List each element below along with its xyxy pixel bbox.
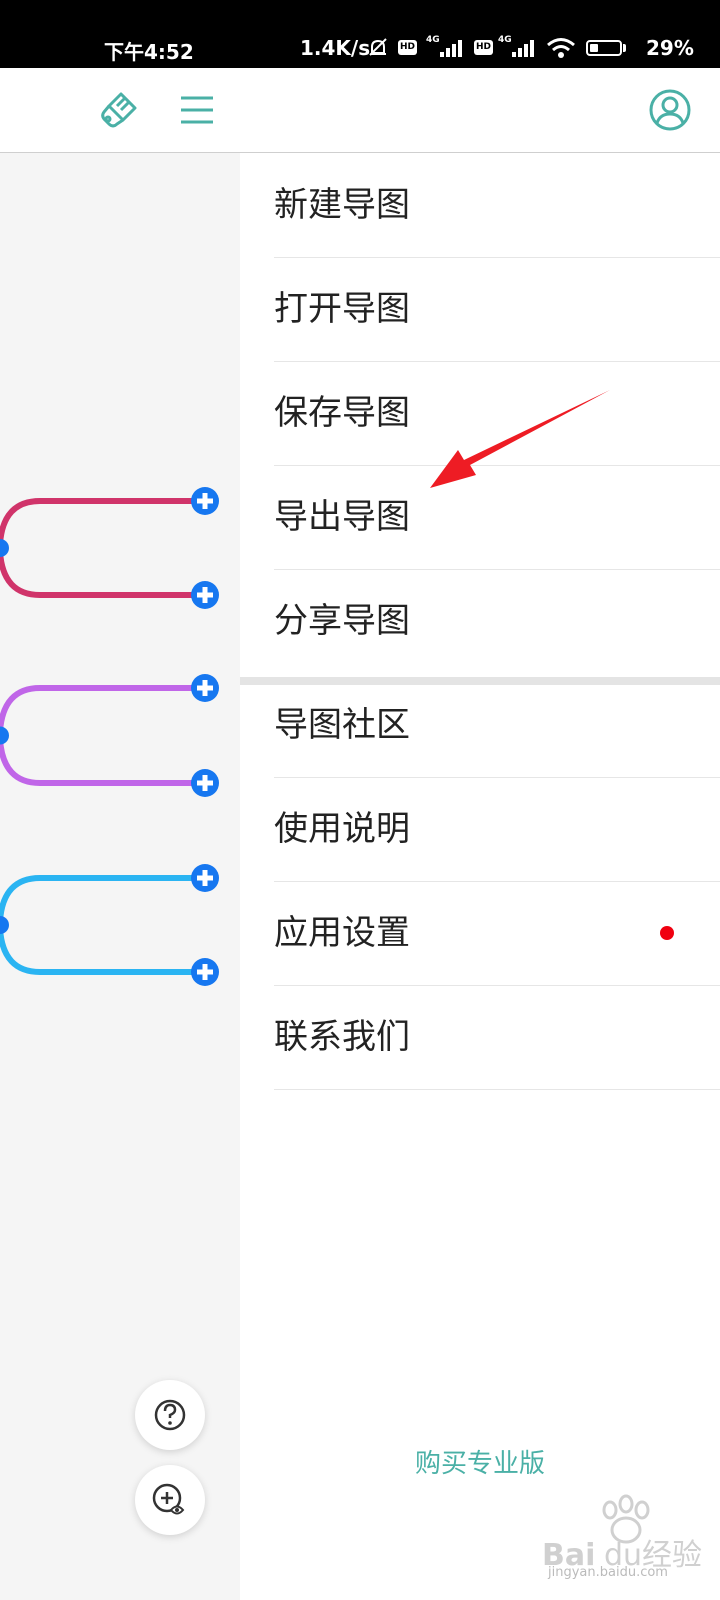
- user-account-icon[interactable]: [648, 88, 692, 132]
- mindmap-branch-line: [0, 875, 200, 975]
- top-toolbar: [0, 68, 720, 153]
- add-node-icon[interactable]: [191, 769, 219, 797]
- mindmap-root-node[interactable]: [0, 539, 9, 557]
- status-net-speed: 1.4K/s: [300, 36, 371, 60]
- mindmap-branch-line: [0, 685, 200, 786]
- menu-item-label: 新建导图: [274, 185, 410, 225]
- watermark-url: jingyan.baidu.com: [548, 1565, 668, 1580]
- menu-item-label: 使用说明: [274, 809, 410, 849]
- menu-item-label: 导图社区: [274, 705, 410, 745]
- add-node-icon[interactable]: [191, 864, 219, 892]
- hd-badge-1: HD: [398, 40, 417, 55]
- mindmap-branch-line: [0, 498, 200, 598]
- add-node-icon[interactable]: [191, 581, 219, 609]
- status-time: 下午4:52: [104, 40, 194, 64]
- battery-tip: [623, 44, 626, 52]
- hd-badge-2: HD: [474, 40, 493, 55]
- notification-dot: [660, 926, 674, 940]
- menu-item-instructions[interactable]: 使用说明: [274, 777, 720, 882]
- menu-item-share-map[interactable]: 分享导图: [274, 569, 720, 673]
- menu-item-label: 联系我们: [274, 1017, 410, 1057]
- menu-item-label: 分享导图: [274, 601, 410, 641]
- menu-item-export-map[interactable]: 导出导图: [274, 465, 720, 570]
- menu-item-settings[interactable]: 应用设置: [274, 881, 720, 986]
- menu-item-label: 导出导图: [274, 497, 410, 537]
- menu-item-label: 打开导图: [274, 289, 410, 329]
- status-bar: 下午4:52 1.4K/s HD 4G HD 4G 29%: [0, 0, 720, 68]
- question-circle-icon: [154, 1399, 186, 1431]
- menu-item-community[interactable]: 导图社区: [274, 673, 720, 778]
- brush-icon[interactable]: [97, 88, 141, 132]
- menu-item-contact-us[interactable]: 联系我们: [274, 985, 720, 1090]
- mindmap-root-node[interactable]: [0, 916, 9, 934]
- add-node-icon[interactable]: [191, 487, 219, 515]
- navigation-drawer: 新建导图 打开导图 保存导图 导出导图 分享导图 导图社区 使用说明 应用设置 …: [240, 153, 720, 1600]
- mindmap-root-node[interactable]: [0, 726, 9, 745]
- add-node-icon[interactable]: [191, 674, 219, 702]
- battery-icon: [586, 40, 622, 56]
- help-button[interactable]: [135, 1380, 205, 1450]
- signal-2-icon: [512, 40, 534, 57]
- preview-zoom-button[interactable]: [135, 1465, 205, 1535]
- mindmap-canvas[interactable]: [0, 153, 240, 1600]
- menu-item-label: 应用设置: [274, 913, 410, 953]
- battery-percent: 29%: [646, 36, 694, 60]
- buy-pro-link[interactable]: 购买专业版: [240, 1443, 720, 1480]
- zoom-eye-icon: [152, 1483, 185, 1515]
- signal-1-icon: [440, 40, 462, 57]
- wifi-icon: [547, 38, 575, 58]
- menu-item-label: 保存导图: [274, 393, 410, 433]
- add-node-icon[interactable]: [191, 958, 219, 986]
- menu-item-save-map[interactable]: 保存导图: [274, 361, 720, 466]
- menu-item-open-map[interactable]: 打开导图: [274, 257, 720, 362]
- battery-fill: [590, 44, 598, 52]
- mute-bell-icon: [369, 38, 387, 56]
- menu-item-new-map[interactable]: 新建导图: [274, 153, 720, 258]
- hamburger-menu-icon[interactable]: [175, 88, 219, 132]
